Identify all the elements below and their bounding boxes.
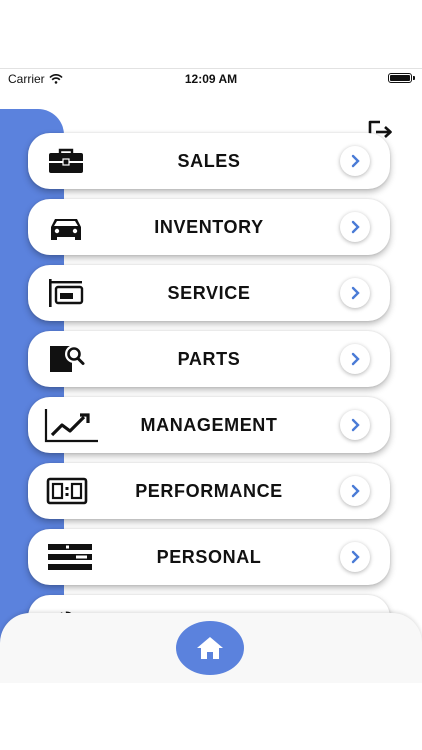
chevron-right-icon[interactable] (340, 344, 370, 374)
menu-item-performance[interactable]: PERFORMANCE (28, 463, 390, 519)
chevron-right-icon[interactable] (340, 212, 370, 242)
battery-icon (388, 73, 415, 83)
menu-item-sales[interactable]: SALES (28, 133, 390, 189)
menu-item-label: MANAGEMENT (140, 415, 278, 435)
chevron-right-icon[interactable] (340, 278, 370, 308)
home-button[interactable] (176, 621, 244, 675)
menu-item-label: INVENTORY (154, 217, 264, 237)
chevron-right-icon[interactable] (340, 542, 370, 572)
home-icon (197, 637, 223, 659)
menu-item-service[interactable]: SERVICE (28, 265, 390, 321)
menu-item-parts[interactable]: PARTS (28, 331, 390, 387)
app-screen: Carrier 12:09 AM SALES INVENTORY SERVICE… (0, 68, 422, 683)
menu-item-label: PERSONAL (156, 547, 262, 567)
menu-item-personal[interactable]: PERSONAL (28, 529, 390, 585)
chevron-right-icon[interactable] (340, 410, 370, 440)
chevron-right-icon[interactable] (340, 146, 370, 176)
menu-item-inventory[interactable]: INVENTORY (28, 199, 390, 255)
menu-item-label: PERFORMANCE (135, 481, 283, 501)
menu-item-label: SERVICE (167, 283, 251, 303)
status-bar: Carrier 12:09 AM (0, 69, 422, 89)
menu-item-label: SALES (177, 151, 241, 171)
chevron-right-icon[interactable] (340, 476, 370, 506)
menu-item-management[interactable]: MANAGEMENT (28, 397, 390, 453)
status-time: 12:09 AM (184, 72, 238, 86)
menu-item-label: PARTS (177, 349, 241, 369)
